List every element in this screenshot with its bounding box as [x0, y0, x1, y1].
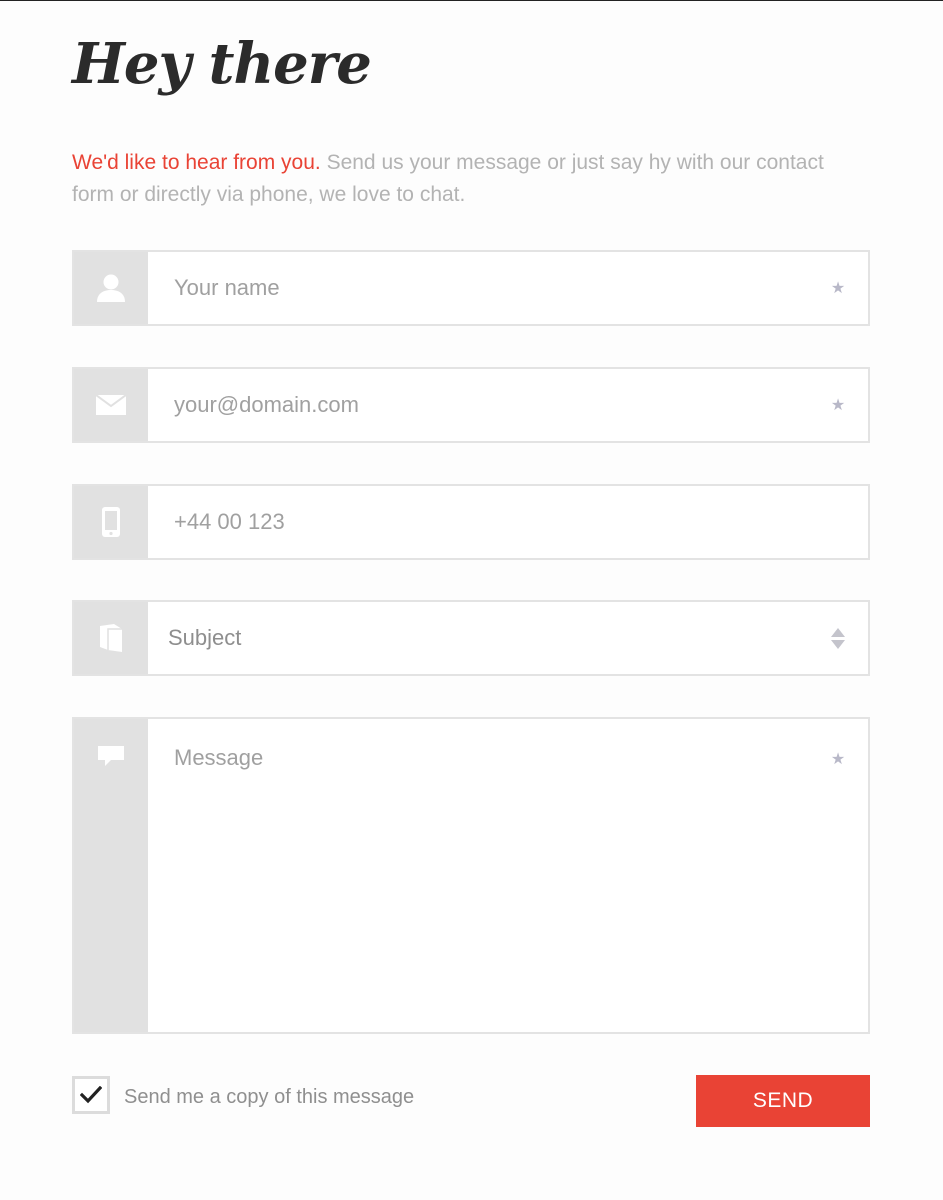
name-field[interactable]: Your name ★: [72, 250, 870, 326]
phone-icon-box: [74, 486, 148, 558]
page-title: Hey there: [72, 31, 372, 97]
user-icon: [97, 274, 125, 302]
intro-accent: We'd like to hear from you.: [72, 151, 321, 174]
envelope-icon: [96, 395, 126, 415]
copy-checkbox[interactable]: [72, 1076, 110, 1114]
email-icon-box: [74, 369, 148, 441]
name-input[interactable]: Your name: [148, 252, 808, 324]
copy-checkbox-label[interactable]: Send me a copy of this message: [124, 1086, 414, 1109]
subject-icon-box: [74, 602, 148, 674]
book-icon: [100, 624, 122, 652]
email-field[interactable]: your@domain.com ★: [72, 367, 870, 443]
required-star-icon: ★: [830, 751, 846, 768]
arrow-down-icon: [831, 639, 845, 649]
checkmark-icon: [80, 1086, 102, 1104]
name-icon-box: [74, 252, 148, 324]
phone-field[interactable]: +44 00 123: [72, 484, 870, 560]
select-arrows-icon[interactable]: [808, 602, 868, 674]
speech-bubble-icon: [98, 746, 124, 766]
contact-page: Hey there We'd like to hear from you. Se…: [0, 0, 943, 1200]
intro-text: We'd like to hear from you. Send us your…: [72, 147, 832, 211]
arrow-up-icon: [831, 627, 845, 637]
required-star-icon: ★: [830, 280, 846, 297]
required-star-icon: ★: [830, 397, 846, 414]
subject-select[interactable]: Subject: [148, 602, 808, 674]
phone-input[interactable]: +44 00 123: [148, 486, 868, 558]
send-button[interactable]: SEND: [696, 1075, 870, 1127]
subject-field[interactable]: Subject: [72, 600, 870, 676]
message-textarea[interactable]: Message: [148, 719, 808, 1032]
message-icon-box: [74, 719, 148, 1032]
message-field[interactable]: Message ★: [72, 717, 870, 1034]
mobile-phone-icon: [102, 507, 120, 537]
email-input[interactable]: your@domain.com: [148, 369, 808, 441]
